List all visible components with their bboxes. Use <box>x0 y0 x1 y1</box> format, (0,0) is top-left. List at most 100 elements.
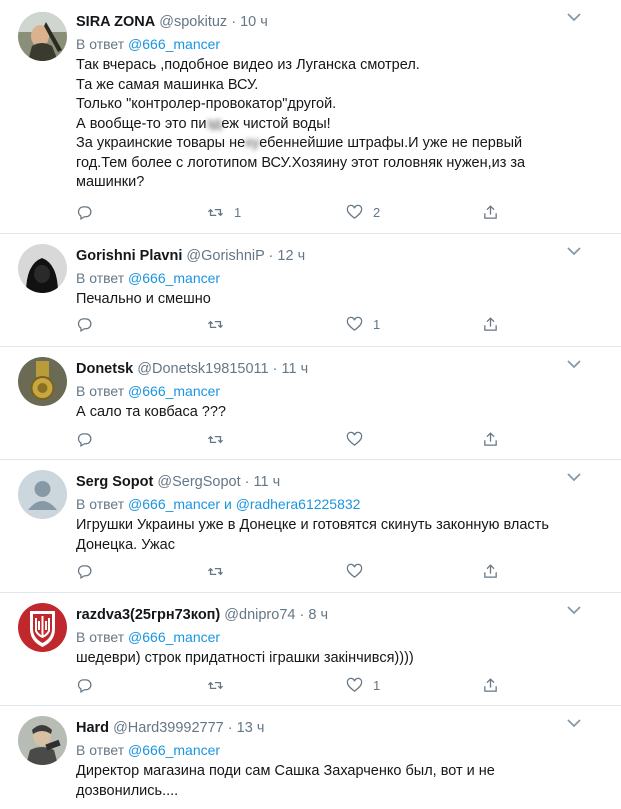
reply-button[interactable] <box>76 204 93 221</box>
chevron-down-icon[interactable] <box>567 359 581 369</box>
like-button[interactable]: 1 <box>346 677 380 694</box>
timestamp[interactable]: 8 ч <box>308 607 328 623</box>
handle[interactable]: @SergSopot <box>157 474 240 490</box>
default-profile-icon <box>18 470 67 519</box>
like-button[interactable]: 2 <box>346 204 380 221</box>
avatar[interactable] <box>18 12 67 61</box>
tweet-2[interactable]: Gorishni Plavni @GorishniP · 12 ч В отве… <box>0 234 621 347</box>
retweet-button[interactable]: 1 <box>207 204 241 221</box>
retweet-icon <box>207 320 224 329</box>
share-button[interactable] <box>482 204 499 221</box>
handle[interactable]: @spokituz <box>159 14 227 30</box>
retweet-icon <box>207 208 224 217</box>
reply-context: В ответ @666_mancer <box>76 36 220 52</box>
tweet-5[interactable]: razdva3(25грн73коп) @dnipro74 · 8 ч В от… <box>0 593 621 706</box>
like-button[interactable] <box>346 563 373 580</box>
reply-mention[interactable]: @666_mancer <box>128 270 220 286</box>
tweet-header: Hard @Hard39992777 · 13 ч <box>76 720 264 736</box>
display-name[interactable]: SIRA ZONA <box>76 14 155 30</box>
handle[interactable]: @Donetsk19815011 <box>137 361 268 377</box>
share-button[interactable] <box>482 316 499 333</box>
retweet-button[interactable] <box>207 677 234 694</box>
tweet-text: Так вчерась ,подобное видео из Луганска … <box>76 57 526 190</box>
reply-icon <box>77 318 92 333</box>
share-button[interactable] <box>482 677 499 694</box>
reply-icon <box>77 206 92 221</box>
timestamp[interactable]: 13 ч <box>237 720 265 736</box>
chevron-down-icon[interactable] <box>567 12 581 22</box>
chevron-down-icon[interactable] <box>567 472 581 482</box>
chevron-down-icon[interactable] <box>567 718 581 728</box>
tweet-actions: 1 <box>76 677 506 697</box>
reply-context: В ответ @666_mancer <box>76 270 220 286</box>
share-icon <box>484 678 497 692</box>
avatar[interactable] <box>18 244 67 293</box>
tweet-header: razdva3(25грн73коп) @dnipro74 · 8 ч <box>76 607 328 623</box>
reply-label: В ответ <box>76 742 125 758</box>
like-count: 2 <box>373 205 381 220</box>
like-button[interactable]: 1 <box>346 316 380 333</box>
tweet-text: Игрушки Украины уже в Донецке и готовятс… <box>76 517 549 553</box>
reply-button[interactable] <box>76 563 93 580</box>
heart-icon <box>346 316 363 331</box>
reply-mention[interactable]: @radhera61225832 <box>236 496 361 512</box>
timestamp[interactable]: 12 ч <box>277 248 305 264</box>
tweet-3[interactable]: Donetsk @Donetsk19815011 · 11 ч В ответ … <box>0 347 621 460</box>
timestamp[interactable]: 11 ч <box>282 361 309 377</box>
timestamp[interactable]: 11 ч <box>254 474 281 490</box>
like-count: 1 <box>373 317 381 332</box>
display-name[interactable]: Serg Sopot <box>76 474 153 490</box>
reply-label: В ответ <box>76 383 125 399</box>
share-button[interactable] <box>482 431 499 448</box>
separator-dot: · <box>268 248 274 264</box>
reply-context: В ответ @666_mancer <box>76 742 220 758</box>
like-button[interactable] <box>346 431 373 448</box>
retweet-icon <box>207 567 224 576</box>
censored-text: ху <box>244 135 260 151</box>
display-name[interactable]: Donetsk <box>76 361 133 377</box>
chevron-down-icon[interactable] <box>567 246 581 256</box>
share-icon <box>484 432 497 446</box>
handle[interactable]: @dnipro74 <box>224 607 295 623</box>
share-icon <box>484 317 497 331</box>
reply-mention[interactable]: @666_mancer <box>128 383 220 399</box>
avatar[interactable] <box>18 470 67 519</box>
reply-context: В ответ @666_mancer и @radhera61225832 <box>76 496 360 512</box>
tweet-header: Gorishni Plavni @GorishniP · 12 ч <box>76 248 305 264</box>
reply-icon <box>77 679 92 694</box>
reply-button[interactable] <box>76 431 93 448</box>
tweet-4[interactable]: Serg Sopot @SergSopot · 11 ч В ответ @66… <box>0 460 621 593</box>
reply-icon <box>77 565 92 580</box>
censored-text: зд <box>206 115 222 132</box>
handle[interactable]: @Hard39992777 <box>113 720 224 736</box>
share-button[interactable] <box>482 563 499 580</box>
reply-mention[interactable]: @666_mancer <box>128 629 220 645</box>
reply-context: В ответ @666_mancer <box>76 383 220 399</box>
handle[interactable]: @GorishniP <box>186 248 264 264</box>
reply-label: В ответ <box>76 270 125 286</box>
retweet-button[interactable] <box>207 563 234 580</box>
display-name[interactable]: razdva3(25грн73коп) <box>76 607 220 623</box>
avatar[interactable] <box>18 716 67 765</box>
tweet-actions <box>76 431 506 451</box>
reply-mention[interactable]: @666_mancer <box>128 36 220 52</box>
retweet-button[interactable] <box>207 316 234 333</box>
tweet-1[interactable]: SIRA ZONA @spokituz · 10 ч В ответ @666_… <box>0 0 621 234</box>
separator-dot: · <box>244 474 250 490</box>
reply-button[interactable] <box>76 316 93 333</box>
avatar[interactable] <box>18 357 67 406</box>
reply-mention[interactable]: @666_mancer <box>128 742 220 758</box>
heart-icon <box>346 204 363 219</box>
reply-button[interactable] <box>76 677 93 694</box>
display-name[interactable]: Gorishni Plavni <box>76 248 182 264</box>
avatar[interactable] <box>18 603 67 652</box>
retweet-button[interactable] <box>207 431 234 448</box>
display-name[interactable]: Hard <box>76 720 109 736</box>
reply-label: В ответ <box>76 496 125 512</box>
reply-label: В ответ <box>76 36 125 52</box>
reply-mention[interactable]: @666_mancer <box>128 496 220 512</box>
timestamp[interactable]: 10 ч <box>240 14 268 30</box>
chevron-down-icon[interactable] <box>567 605 581 615</box>
tweet-actions: 1 <box>76 316 506 336</box>
tweet-6[interactable]: Hard @Hard39992777 · 13 ч В ответ @666_m… <box>0 706 621 809</box>
